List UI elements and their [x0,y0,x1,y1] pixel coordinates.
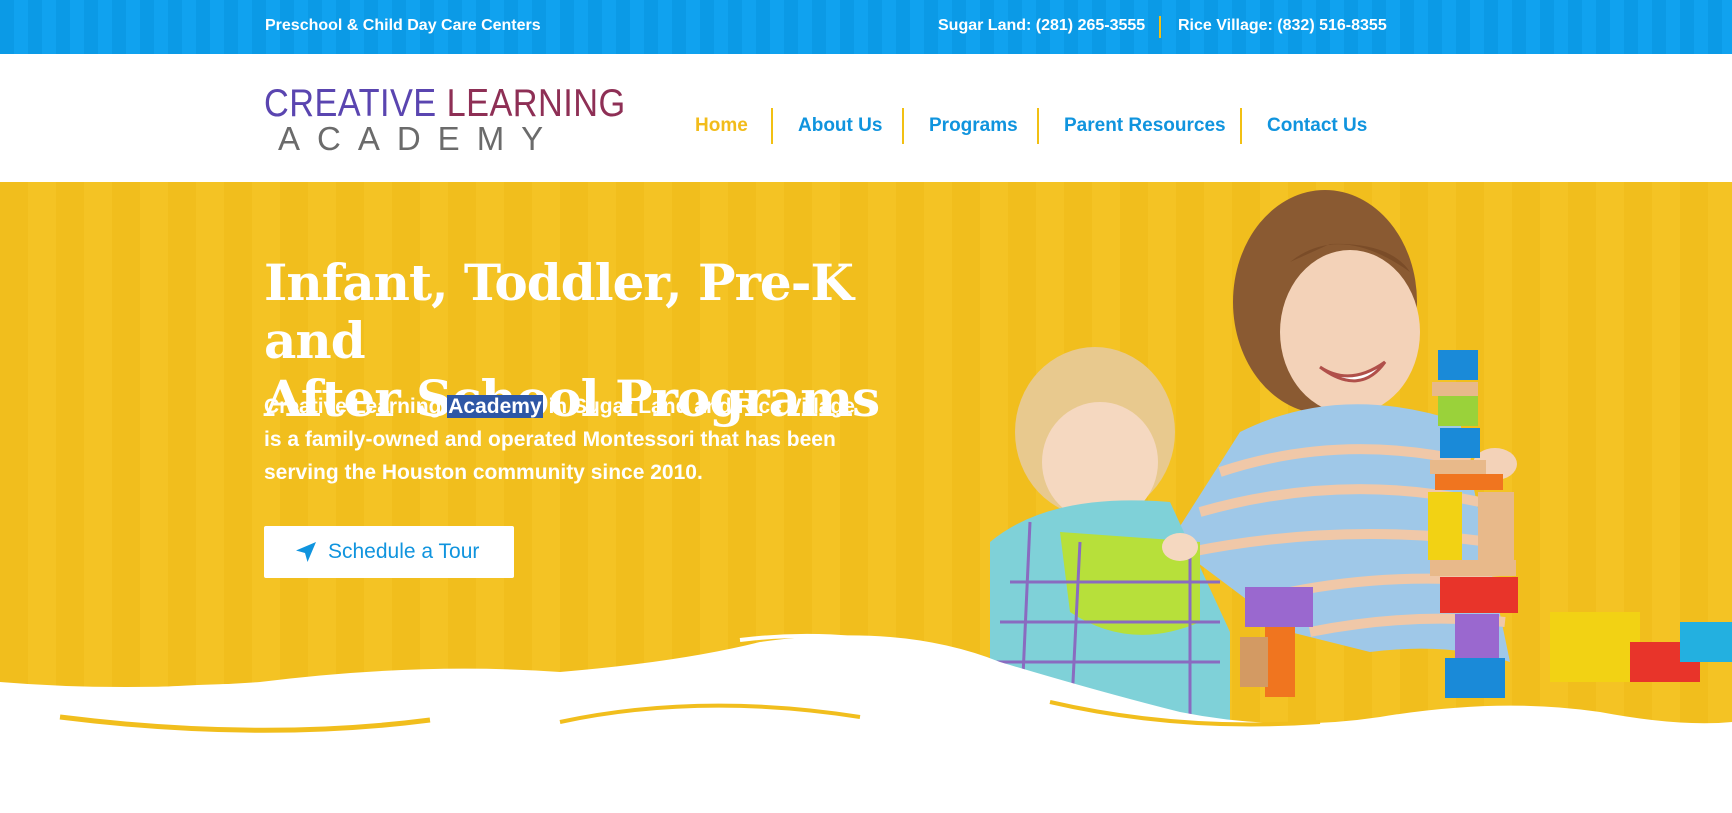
phone-sugar-land-link[interactable]: Sugar Land: (281) 265-3555 [938,17,1145,35]
nav-divider [1037,108,1039,144]
nav-programs[interactable]: Programs [929,106,1018,146]
hero-desc-highlight: Academy [447,395,543,418]
hero-section: Infant, Toddler, Pre-K and After School … [0,182,1732,813]
schedule-tour-label: Schedule a Tour [328,540,480,563]
site-header: CREATIVE LEARNING ACADEMY Home About Us … [0,54,1732,182]
nav-about-us[interactable]: About Us [798,106,882,146]
logo-word-learning: LEARNING [446,82,626,125]
logo[interactable]: CREATIVE LEARNING ACADEMY [264,82,625,157]
wave-divider [0,633,1732,813]
hero-desc-part1: Creative Learning [264,395,448,418]
top-bar: Preschool & Child Day Care Centers Sugar… [0,0,1732,54]
nav-divider [771,108,773,144]
nav-home[interactable]: Home [695,106,748,146]
phone-rice-village-link[interactable]: Rice Village: (832) 516-8355 [1178,17,1387,35]
phone-divider [1159,16,1161,38]
schedule-tour-button[interactable]: Schedule a Tour [264,526,514,578]
hero-description: Creative Learning Academy in Sugar Land … [264,390,864,489]
nav-divider [1240,108,1242,144]
hero-heading-line1: Infant, Toddler, Pre-K and [264,253,854,370]
location-arrow-icon [296,542,316,562]
tagline: Preschool & Child Day Care Centers [265,17,541,34]
nav-contact-us[interactable]: Contact Us [1267,106,1367,146]
logo-word-academy: ACADEMY [278,120,561,157]
logo-word-creative: CREATIVE [264,82,437,125]
nav-parent-resources[interactable]: Parent Resources [1064,106,1226,146]
nav-divider [902,108,904,144]
